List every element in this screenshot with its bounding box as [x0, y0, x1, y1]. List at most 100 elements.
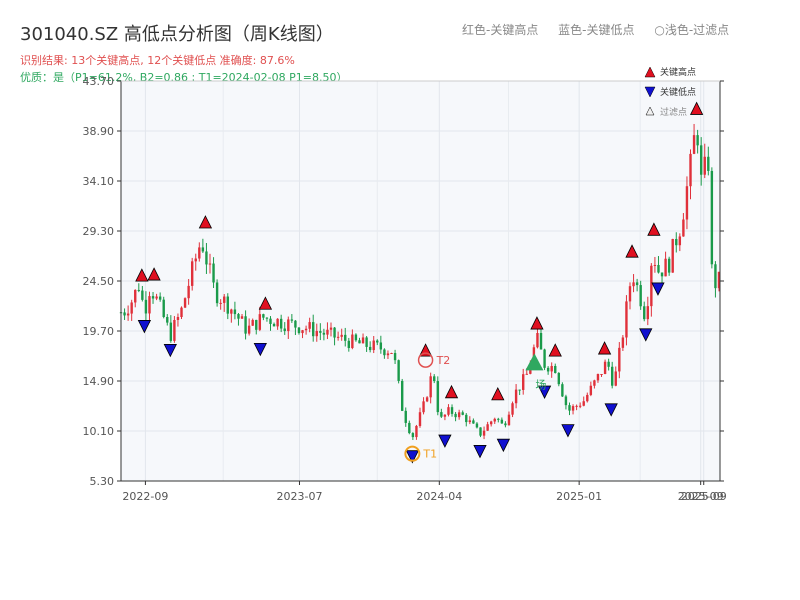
candle-body [514, 389, 518, 404]
candle-body [258, 314, 262, 330]
candle-body [244, 316, 247, 334]
candle-body [198, 247, 201, 259]
candle-body [411, 433, 415, 438]
candle-body [215, 282, 219, 304]
candle-body [493, 418, 496, 422]
candle-body [536, 332, 539, 348]
candle-body [162, 299, 165, 318]
candle-body [682, 219, 685, 237]
candle-body [689, 153, 692, 187]
candle-body [692, 135, 696, 154]
candle-body [465, 414, 468, 423]
y-tick-label: 43.70 [83, 75, 115, 88]
candle-body [433, 376, 436, 382]
candle-body [614, 371, 617, 386]
candle-body [507, 414, 511, 426]
candle-body [653, 264, 657, 266]
candle-body [151, 296, 155, 299]
candle-body [262, 314, 265, 318]
candle-body [607, 361, 610, 367]
t1-label: T1 [422, 448, 437, 461]
candle-body [201, 247, 205, 252]
candle-body [187, 285, 190, 299]
candle-body [578, 405, 582, 407]
candle-body [297, 327, 301, 334]
candle-body [336, 336, 340, 338]
candle-body [611, 366, 614, 386]
candle-body [226, 296, 229, 314]
candle-body [166, 317, 169, 323]
candle-body [504, 423, 507, 426]
candle-body [593, 380, 596, 386]
candle-body [664, 258, 667, 277]
candle-body [386, 353, 390, 356]
candle-body [393, 352, 397, 361]
candle-body [685, 186, 689, 220]
candle-body [657, 264, 660, 273]
candle-body [475, 423, 479, 428]
candle-body [365, 337, 368, 347]
candle-body [123, 312, 126, 316]
x-tick-label: 2022-09 [122, 490, 168, 503]
candle-body [322, 332, 326, 335]
candle-body [525, 373, 528, 375]
candle-body [443, 414, 447, 417]
legend-filtered-label: 过滤点 [660, 106, 687, 118]
candle-body [557, 373, 561, 385]
candle-body [546, 367, 550, 372]
candle-body [205, 251, 208, 265]
candle-body [714, 264, 717, 289]
candle-body [667, 258, 671, 273]
y-tick-label: 34.10 [83, 175, 115, 188]
candle-body [497, 418, 500, 420]
candle-body [671, 238, 674, 273]
candle-body [486, 424, 489, 431]
candle-body [144, 299, 148, 314]
candle-body [358, 340, 361, 344]
candle-body [308, 322, 311, 329]
candle-body [354, 334, 358, 341]
candle-body [461, 412, 464, 415]
candle-body [315, 331, 318, 337]
candle-body [158, 296, 162, 300]
x-tick-label: 2023-07 [276, 490, 322, 503]
candle-body [710, 170, 714, 265]
candle-body [660, 272, 664, 277]
candle-body [376, 340, 379, 343]
candle-body [468, 420, 472, 423]
candle-body [500, 419, 504, 424]
candle-body [233, 309, 237, 315]
candle-body [351, 334, 354, 349]
candle-body [155, 296, 158, 299]
annotation-label: 场 [535, 377, 546, 391]
candle-body [457, 412, 461, 418]
candle-body [522, 374, 525, 390]
candle-body [379, 342, 383, 350]
candle-body [276, 318, 279, 327]
candle-body [180, 307, 183, 318]
candle-body [472, 420, 475, 424]
candle-body [240, 316, 244, 319]
candle-body [518, 389, 521, 391]
candle-body [312, 322, 315, 337]
candle-body [575, 405, 578, 407]
candle-body [208, 263, 212, 265]
candle-body [219, 302, 222, 304]
candle-body [422, 401, 425, 413]
candle-body [255, 319, 258, 330]
candle-body [361, 337, 365, 344]
candle-body [368, 346, 372, 351]
candle-body [372, 340, 375, 351]
candle-body [397, 360, 400, 381]
candle-body [675, 238, 678, 246]
candle-body [134, 289, 137, 303]
candle-body [169, 322, 173, 341]
candle-body [454, 413, 457, 418]
candle-body [126, 313, 130, 316]
candle-body [301, 330, 304, 334]
candle-body [582, 401, 585, 406]
y-tick-label: 14.90 [83, 375, 115, 388]
candle-body [489, 421, 493, 425]
y-tick-label: 29.30 [83, 225, 115, 238]
candle-body [340, 334, 343, 337]
